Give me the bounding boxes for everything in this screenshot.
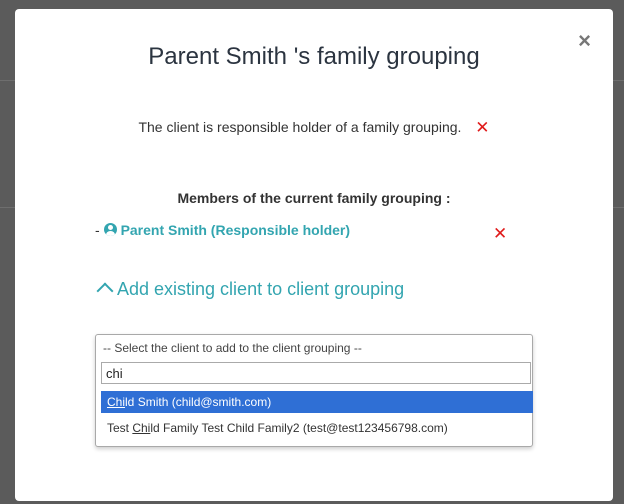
dropdown-option[interactable]: Child Smith (child@smith.com) (101, 391, 533, 413)
member-name: Parent Smith (Responsible holder) (120, 222, 351, 238)
user-circle-icon (103, 223, 117, 236)
dropdown-option[interactable]: Test Child Family Test Child Family2 (te… (101, 417, 533, 439)
member-item: - Parent Smith (Responsible holder) (95, 222, 350, 238)
member-link[interactable]: Parent Smith (Responsible holder) (103, 222, 351, 238)
client-select-dropdown[interactable]: -- Select the client to add to the clien… (95, 334, 533, 447)
family-grouping-modal: × Parent Smith 's family grouping The cl… (15, 9, 613, 501)
select-placeholder[interactable]: -- Select the client to add to the clien… (103, 341, 362, 355)
info-text: The client is responsible holder of a fa… (138, 119, 462, 135)
add-client-toggle[interactable]: Add existing client to client grouping (95, 279, 404, 300)
member-prefix: - (95, 222, 104, 238)
members-heading: Members of the current family grouping : (177, 190, 451, 206)
remove-member-icon[interactable]: ✕ (493, 224, 507, 244)
client-search-input[interactable] (101, 362, 531, 384)
chevron-up-icon (96, 282, 114, 300)
modal-title: Parent Smith 's family grouping (148, 43, 480, 70)
add-client-label: Add existing client to client grouping (117, 279, 405, 299)
responsible-holder-info: The client is responsible holder of a fa… (15, 117, 613, 137)
remove-grouping-icon[interactable]: ✕ (475, 118, 489, 137)
